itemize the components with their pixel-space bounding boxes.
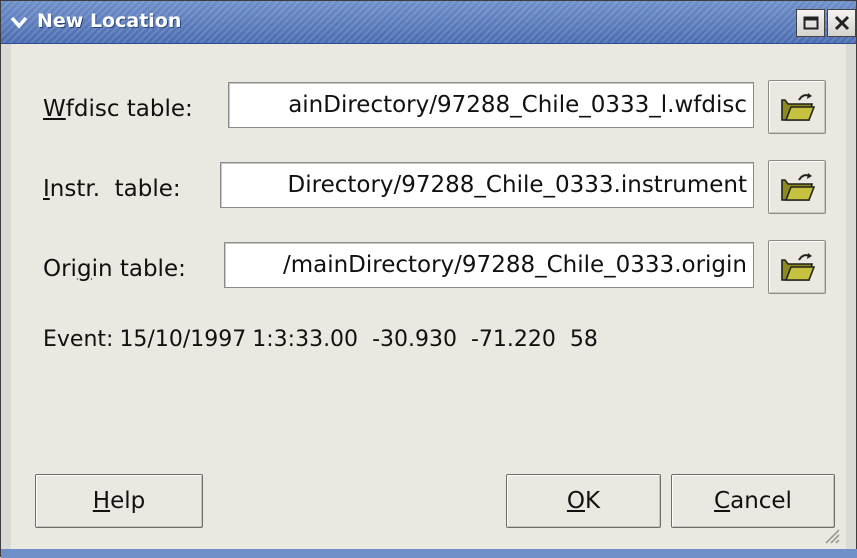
close-icon <box>834 15 849 31</box>
help-button[interactable]: Help <box>35 474 203 528</box>
instr-label-rest: nstr. table: <box>49 176 181 202</box>
event-latitude: -30.930 <box>372 327 457 352</box>
event-label: Event: <box>43 327 114 352</box>
chevron-down-icon[interactable] <box>9 12 29 32</box>
open-folder-icon <box>781 253 815 281</box>
new-location-dialog: New Location Wfdisc table: ainDirectory/… <box>0 0 857 558</box>
origin-label-mnemonic: g <box>76 256 92 282</box>
maximize-icon <box>803 16 818 30</box>
window-title: New Location <box>37 10 182 32</box>
wfdisc-label: Wfdisc table: <box>43 96 193 122</box>
wfdisc-label-mnemonic: W <box>43 96 66 122</box>
event-time: 1:3:33.00 <box>252 327 359 352</box>
event-info: Event: 15/10/1997 1:3:33.00 -30.930 -71.220 5… <box>43 327 612 352</box>
ok-mnemonic: O <box>566 488 585 514</box>
origin-label: Origin table: <box>43 256 186 282</box>
instr-label: Instr. table: <box>43 176 181 202</box>
origin-label-rest: in table: <box>91 256 186 282</box>
origin-label-start: Ori <box>43 256 77 282</box>
instr-path-value: Directory/97288_Chile_0333.instrument <box>287 172 747 198</box>
wfdisc-row: Wfdisc table: ainDirectory/97288_Chile_0… <box>11 80 846 134</box>
origin-row: Origin table: /mainDirectory/97288_Chile… <box>11 240 846 294</box>
instr-path-input[interactable]: Directory/97288_Chile_0333.instrument <box>220 162 754 208</box>
open-folder-icon <box>781 93 815 121</box>
ok-label-rest: K <box>585 488 601 514</box>
ok-button[interactable]: OK <box>506 474 661 528</box>
title-bar[interactable]: New Location <box>1 1 856 44</box>
wfdisc-browse-button[interactable] <box>768 80 826 134</box>
instr-browse-button[interactable] <box>768 160 826 214</box>
instr-label-mnemonic: I <box>43 176 50 202</box>
wfdisc-path-value: ainDirectory/97288_Chile_0333_l.wfdisc <box>288 92 747 118</box>
origin-path-input[interactable]: /mainDirectory/97288_Chile_0333.origin <box>224 242 754 288</box>
resize-grip-icon[interactable] <box>822 526 840 544</box>
close-button[interactable] <box>827 9 856 37</box>
instr-row: Instr. table: Directory/97288_Chile_0333… <box>11 160 846 214</box>
cancel-button[interactable]: Cancel <box>671 474 835 528</box>
wfdisc-label-rest: fdisc table: <box>65 96 193 122</box>
wfdisc-path-input[interactable]: ainDirectory/97288_Chile_0333_l.wfdisc <box>228 82 754 128</box>
origin-browse-button[interactable] <box>768 240 826 294</box>
maximize-button[interactable] <box>796 9 825 37</box>
cancel-mnemonic: C <box>714 488 731 514</box>
origin-path-value: /mainDirectory/97288_Chile_0333.origin <box>282 252 747 278</box>
help-label-rest: elp <box>110 488 146 514</box>
event-longitude: -71.220 <box>470 327 556 352</box>
open-folder-icon <box>781 173 815 201</box>
event-depth: 58 <box>569 327 598 352</box>
help-mnemonic: H <box>92 488 111 514</box>
event-date: 15/10/1997 <box>119 327 247 352</box>
dialog-content: Wfdisc table: ainDirectory/97288_Chile_0… <box>11 44 846 550</box>
cancel-label-rest: ancel <box>730 488 792 514</box>
